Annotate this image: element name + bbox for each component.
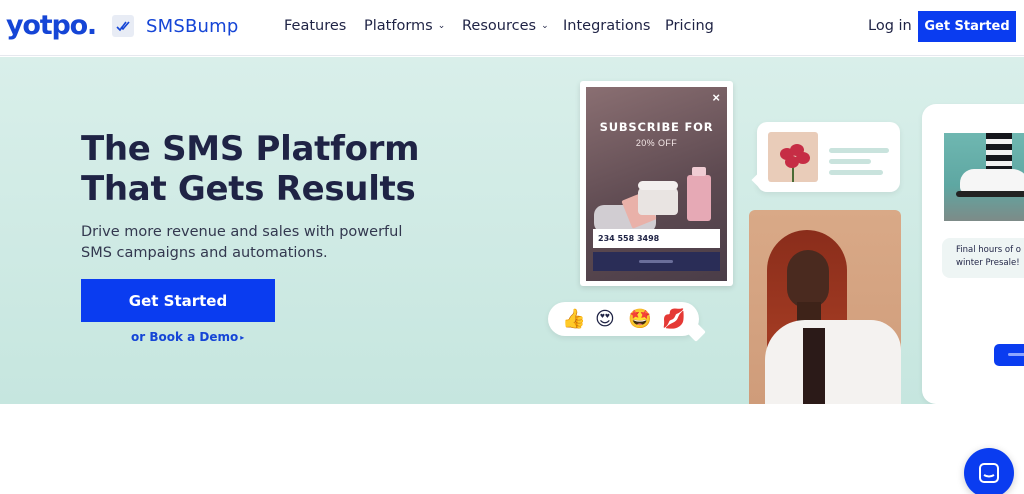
nav-platforms-label: Platforms: [364, 18, 433, 34]
sms-line1: Final hours of o: [956, 245, 1021, 255]
close-icon: ×: [712, 90, 720, 105]
sms-message-bubble: Final hours of o winter Presale!: [942, 238, 1024, 278]
star-struck-icon: 🤩: [628, 308, 652, 330]
popup-offer: 20% OFF: [635, 138, 678, 148]
chevron-down-icon: ⌄: [437, 21, 446, 31]
nav-resources-label: Resources: [462, 18, 537, 34]
jar-shape: [638, 181, 678, 215]
model-photo: [749, 210, 901, 404]
jar-lid: [638, 181, 678, 190]
top-navbar: yotpo. SMSBump Features Platforms ⌄ Resou…: [0, 0, 1024, 56]
popup-phone-field: 234 558 3498: [593, 229, 720, 248]
bottle-shape: [687, 167, 711, 221]
model-face: [787, 250, 829, 308]
hero-title-line1: The SMS Platform: [81, 129, 420, 169]
bottle-cap: [692, 167, 706, 176]
text-placeholder-line: [829, 170, 883, 175]
nav-get-started-button[interactable]: Get Started: [918, 11, 1016, 42]
model-top: [803, 328, 825, 404]
login-link[interactable]: Log in: [868, 18, 912, 34]
popup-submit-button: [593, 252, 720, 271]
nav-pricing-label: Pricing: [665, 18, 714, 34]
phone-sms-illustration: Final hours of o winter Presale!: [922, 104, 1024, 404]
thumbs-up-icon: 👍: [562, 308, 586, 330]
smsbump-brand[interactable]: SMSBump: [146, 16, 239, 37]
nav-pricing[interactable]: Pricing: [665, 18, 714, 34]
sneaker-sole: [956, 191, 1024, 197]
hero-subtitle: Drive more revenue and sales with powerf…: [81, 222, 421, 264]
book-demo-link[interactable]: or Book a Demo ▸: [131, 330, 244, 344]
nav-features[interactable]: Features: [284, 18, 346, 34]
nav-resources[interactable]: Resources ⌄: [462, 18, 549, 34]
chat-icon: [979, 463, 999, 483]
flower-message-card: [757, 122, 900, 192]
hero-subtitle-line1: Drive more revenue and sales with powerf…: [81, 224, 403, 240]
hero-section: The SMS Platform That Gets Results Drive…: [0, 57, 1024, 404]
smsbump-check-icon: [112, 15, 134, 37]
sneaker-shape: [960, 169, 1024, 193]
phone-action-button: [994, 344, 1024, 366]
arrow-right-icon: ▸: [240, 333, 245, 342]
yotpo-logo[interactable]: yotpo.: [6, 10, 97, 41]
heart-eyes-icon: 😍: [595, 308, 615, 330]
nav-features-label: Features: [284, 18, 347, 34]
nav-integrations-label: Integrations: [563, 18, 651, 34]
text-placeholder-line: [829, 148, 889, 153]
reactions-bubble: 👍 😍 🤩 💋: [548, 302, 699, 336]
book-demo-label: or Book a Demo: [131, 330, 239, 344]
hero-subtitle-line2: SMS campaigns and automations.: [81, 245, 328, 261]
kiss-lips-icon: 💋: [662, 308, 686, 330]
striped-sock: [986, 133, 1012, 173]
hero-title-line2: That Gets Results: [81, 169, 416, 209]
nav-platforms[interactable]: Platforms ⌄: [364, 18, 445, 34]
sms-line2: winter Presale!: [956, 258, 1020, 268]
flower-petal: [785, 156, 799, 168]
chat-launcher-button[interactable]: [964, 448, 1014, 494]
text-placeholder-line: [829, 159, 871, 164]
hero-get-started-button[interactable]: Get Started: [81, 279, 275, 322]
popup-heading: SUBSCRIBE FOR: [599, 120, 714, 134]
flower-image: [768, 132, 818, 182]
model-jacket: [765, 320, 901, 404]
nav-integrations[interactable]: Integrations: [563, 18, 650, 34]
shoe-image: [944, 133, 1024, 221]
popup-product-image: × SUBSCRIBE FOR 20% OFF 234 558 3498: [586, 87, 727, 281]
hero-title: The SMS Platform That Gets Results: [81, 129, 420, 209]
chevron-down-icon: ⌄: [541, 21, 549, 31]
subscribe-popup-illustration: × SUBSCRIBE FOR 20% OFF 234 558 3498: [580, 81, 733, 286]
